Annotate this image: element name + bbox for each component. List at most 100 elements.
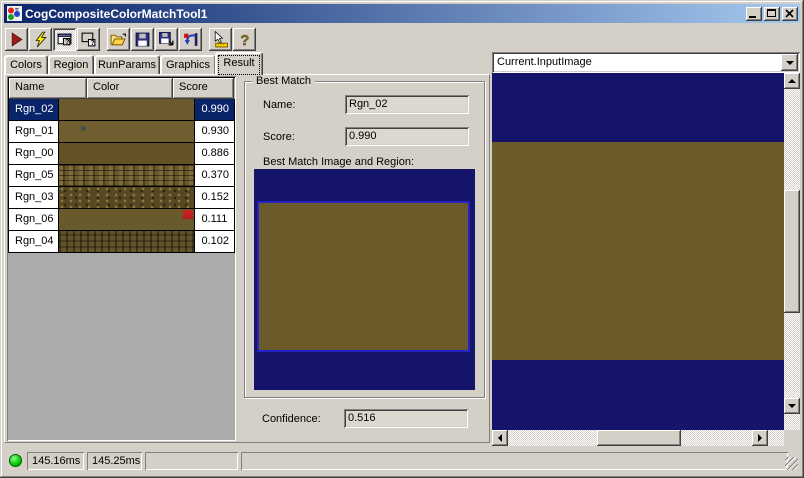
cell-score: 0.370 bbox=[195, 165, 235, 187]
cell-name: Rgn_05 bbox=[9, 165, 59, 187]
electric-run-button[interactable] bbox=[29, 28, 52, 51]
reset-button[interactable] bbox=[179, 28, 202, 51]
close-icon bbox=[785, 8, 794, 18]
app-icon: ≈ bbox=[7, 6, 22, 21]
confidence-label: Confidence: bbox=[262, 413, 321, 425]
float-result-window-button[interactable]: ? bbox=[77, 28, 100, 51]
scroll-left-button[interactable] bbox=[492, 430, 508, 446]
cell-name: Rgn_01 bbox=[9, 121, 59, 143]
result-window-icon: ? bbox=[57, 33, 72, 46]
cell-score: 0.152 bbox=[195, 187, 235, 209]
table-row[interactable]: Rgn_00 0.886 bbox=[9, 143, 235, 165]
vertical-scrollbar[interactable] bbox=[784, 73, 800, 430]
column-header-score[interactable]: Score bbox=[173, 78, 234, 99]
chevron-down-icon bbox=[785, 60, 794, 69]
save-as-button[interactable] bbox=[155, 28, 178, 51]
title-bar: ≈ CogCompositeColorMatchTool1 bbox=[4, 4, 800, 23]
best-match-group: Best Match Name: Rgn_02 Score: 0.990 Bes… bbox=[244, 75, 485, 398]
arrow-down-icon bbox=[788, 404, 796, 412]
horizontal-scroll-thumb[interactable] bbox=[597, 430, 681, 446]
save-icon bbox=[135, 32, 150, 47]
save-as-icon bbox=[159, 32, 174, 46]
cell-color-swatch bbox=[58, 231, 196, 253]
combobox-dropdown-button[interactable] bbox=[781, 54, 798, 71]
cell-name: Rgn_00 bbox=[9, 143, 59, 165]
open-folder-icon bbox=[110, 33, 126, 46]
window-title: CogCompositeColorMatchTool1 bbox=[25, 6, 208, 21]
tab-result[interactable]: Result bbox=[215, 52, 263, 75]
image-selector-combobox[interactable]: Current.InputImage bbox=[492, 52, 800, 73]
cell-score: 0.102 bbox=[195, 231, 235, 253]
arrow-right-icon bbox=[758, 434, 766, 442]
table-row[interactable]: Rgn_03 0.152 bbox=[9, 187, 235, 209]
table-row[interactable]: Rgn_06 0.111 bbox=[9, 209, 235, 231]
tab-colors[interactable]: Colors bbox=[4, 55, 48, 74]
image-selector-value: Current.InputImage bbox=[497, 56, 592, 68]
table-row[interactable]: Rgn_02 0.990 bbox=[9, 99, 235, 121]
show-result-window-button[interactable]: ? bbox=[53, 28, 76, 51]
tab-region[interactable]: Region bbox=[48, 55, 94, 74]
open-button[interactable] bbox=[107, 28, 130, 51]
column-header-name[interactable]: Name bbox=[9, 78, 87, 99]
image-brown-band bbox=[492, 142, 784, 360]
name-value-field: Rgn_02 bbox=[345, 95, 469, 114]
tab-graphics[interactable]: Graphics bbox=[160, 55, 216, 74]
table-row[interactable]: Rgn_04 0.102 bbox=[9, 231, 235, 253]
resize-grip[interactable] bbox=[785, 457, 798, 470]
scroll-right-button[interactable] bbox=[752, 430, 768, 446]
name-label: Name: bbox=[263, 99, 296, 111]
column-header-color[interactable]: Color bbox=[87, 78, 173, 99]
best-match-region-outline bbox=[257, 201, 470, 352]
table-row[interactable]: Rgn_05 0.370 bbox=[9, 165, 235, 187]
pointer-tool-button[interactable] bbox=[209, 28, 232, 51]
toolbar: ? ? ? bbox=[4, 26, 800, 53]
help-icon: ? bbox=[240, 33, 250, 48]
results-grid-area: Name Color Score Rgn_02 0.990 Rgn_01 0.9… bbox=[7, 76, 236, 441]
table-row[interactable]: Rgn_01 0.930 bbox=[9, 121, 235, 143]
minimize-icon bbox=[749, 15, 756, 18]
svg-text:≈: ≈ bbox=[15, 7, 19, 14]
cell-score: 0.886 bbox=[195, 143, 235, 165]
status-bar: 145.16ms 145.25ms bbox=[4, 449, 800, 473]
scroll-down-button[interactable] bbox=[784, 398, 800, 414]
input-image-canvas[interactable] bbox=[492, 73, 784, 430]
score-value-field: 0.990 bbox=[345, 127, 469, 146]
maximize-icon bbox=[767, 8, 776, 17]
close-button[interactable] bbox=[782, 6, 798, 21]
svg-text:?: ? bbox=[65, 39, 69, 46]
lightning-icon bbox=[35, 31, 47, 48]
confidence-value-field: 0.516 bbox=[344, 409, 468, 428]
cell-color-swatch bbox=[58, 143, 196, 165]
tab-focus-rect bbox=[218, 55, 260, 75]
cell-score: 0.111 bbox=[195, 209, 235, 231]
save-button[interactable] bbox=[131, 28, 154, 51]
cell-name: Rgn_02 bbox=[9, 99, 59, 121]
grid-header-row: Name Color Score bbox=[9, 78, 235, 99]
vertical-scroll-thumb[interactable] bbox=[784, 190, 800, 313]
cell-color-swatch bbox=[58, 209, 196, 231]
help-button[interactable]: ? bbox=[233, 28, 256, 51]
cell-score: 0.930 bbox=[195, 121, 235, 143]
total-time-panel: 145.25ms bbox=[87, 452, 142, 470]
svg-text:?: ? bbox=[240, 33, 249, 48]
arrow-up-icon bbox=[788, 75, 796, 83]
status-panel-empty-1 bbox=[145, 452, 238, 470]
cell-name: Rgn_03 bbox=[9, 187, 59, 209]
best-match-image bbox=[254, 169, 475, 390]
maximize-button[interactable] bbox=[764, 6, 780, 21]
horizontal-scrollbar[interactable] bbox=[492, 430, 784, 446]
svg-text:?: ? bbox=[90, 40, 94, 47]
float-window-icon: ? bbox=[81, 32, 96, 47]
cell-name: Rgn_06 bbox=[9, 209, 59, 231]
cell-color-swatch bbox=[58, 187, 196, 209]
scroll-up-button[interactable] bbox=[784, 73, 800, 89]
tab-runparams[interactable]: RunParams bbox=[94, 55, 160, 74]
reset-icon bbox=[184, 33, 198, 46]
cell-score: 0.990 bbox=[195, 99, 235, 121]
minimize-button[interactable] bbox=[746, 6, 762, 21]
cell-name: Rgn_04 bbox=[9, 231, 59, 253]
run-button[interactable] bbox=[5, 28, 28, 51]
group-title: Best Match bbox=[252, 75, 316, 87]
cell-color-swatch bbox=[58, 121, 196, 143]
results-grid: Name Color Score Rgn_02 0.990 Rgn_01 0.9… bbox=[8, 77, 235, 253]
